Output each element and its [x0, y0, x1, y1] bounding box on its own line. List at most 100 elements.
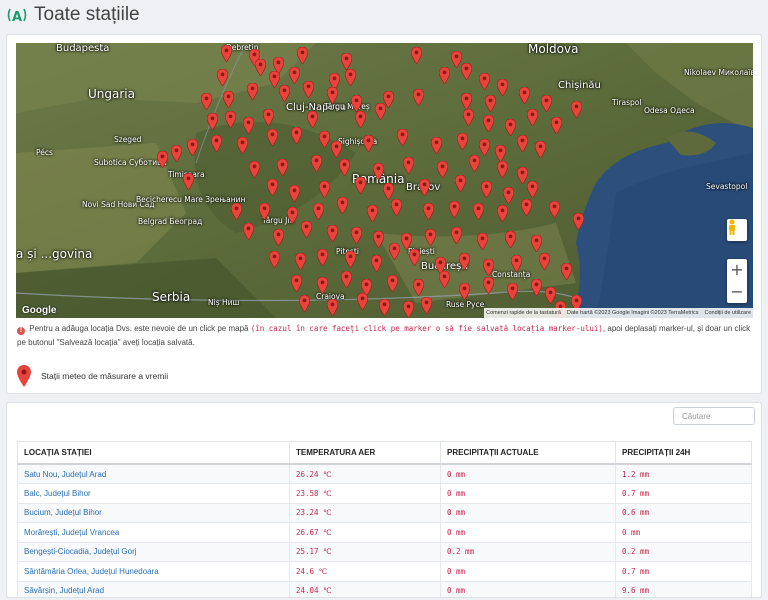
station-marker-icon[interactable] [479, 139, 490, 156]
location-cell[interactable]: Morărești, Județul Vrancea [17, 522, 290, 543]
station-marker-icon[interactable] [459, 283, 470, 300]
station-marker-icon[interactable] [231, 203, 242, 220]
station-marker-icon[interactable] [413, 279, 424, 296]
station-marker-icon[interactable] [561, 263, 572, 280]
station-marker-icon[interactable] [341, 271, 352, 288]
station-marker-icon[interactable] [267, 129, 278, 146]
location-cell[interactable]: Balc, Județul Bihor [17, 483, 290, 504]
station-marker-icon[interactable] [505, 231, 516, 248]
station-marker-icon[interactable] [531, 279, 542, 296]
station-marker-icon[interactable] [397, 129, 408, 146]
column-header-location[interactable]: LOCAȚIA STAȚIEI [17, 441, 290, 465]
station-marker-icon[interactable] [289, 185, 300, 202]
station-marker-icon[interactable] [249, 161, 260, 178]
station-marker-icon[interactable] [495, 145, 506, 162]
station-marker-icon[interactable] [341, 53, 352, 70]
station-marker-icon[interactable] [373, 231, 384, 248]
station-marker-icon[interactable] [403, 157, 414, 174]
station-marker-icon[interactable] [311, 155, 322, 172]
station-marker-icon[interactable] [541, 95, 552, 112]
station-marker-icon[interactable] [287, 207, 298, 224]
station-marker-icon[interactable] [313, 203, 324, 220]
station-marker-icon[interactable] [483, 115, 494, 132]
station-marker-icon[interactable] [221, 45, 232, 62]
station-marker-icon[interactable] [473, 203, 484, 220]
station-marker-icon[interactable] [217, 69, 228, 86]
station-marker-icon[interactable] [201, 93, 212, 110]
station-marker-icon[interactable] [351, 95, 362, 112]
station-marker-icon[interactable] [299, 295, 310, 312]
station-marker-icon[interactable] [355, 111, 366, 128]
station-marker-icon[interactable] [327, 87, 338, 104]
station-marker-icon[interactable] [317, 277, 328, 294]
station-marker-icon[interactable] [295, 253, 306, 270]
station-marker-icon[interactable] [573, 213, 584, 230]
station-marker-icon[interactable] [237, 137, 248, 154]
station-marker-icon[interactable] [297, 47, 308, 64]
station-marker-icon[interactable] [303, 81, 314, 98]
location-cell[interactable]: Bucium, Județul Bihor [17, 502, 290, 523]
station-marker-icon[interactable] [457, 133, 468, 150]
station-marker-icon[interactable] [363, 135, 374, 152]
station-marker-icon[interactable] [301, 221, 312, 238]
station-marker-icon[interactable] [207, 113, 218, 130]
station-marker-icon[interactable] [331, 141, 342, 158]
station-marker-icon[interactable] [455, 175, 466, 192]
station-marker-icon[interactable] [243, 117, 254, 134]
station-marker-icon[interactable] [413, 89, 424, 106]
station-marker-icon[interactable] [355, 177, 366, 194]
station-marker-icon[interactable] [483, 277, 494, 294]
station-marker-icon[interactable] [431, 137, 442, 154]
station-marker-icon[interactable] [373, 163, 384, 180]
station-marker-icon[interactable] [327, 225, 338, 242]
station-marker-icon[interactable] [421, 297, 432, 314]
station-marker-icon[interactable] [411, 47, 422, 64]
station-marker-icon[interactable] [171, 145, 182, 162]
station-marker-icon[interactable] [403, 301, 414, 318]
keyboard-shortcuts-link[interactable]: Comenzi rapide de la tastatură [486, 310, 561, 316]
station-marker-icon[interactable] [267, 179, 278, 196]
station-marker-icon[interactable] [327, 299, 338, 316]
station-marker-icon[interactable] [461, 93, 472, 110]
station-marker-icon[interactable] [519, 87, 530, 104]
column-header-current-precipitation[interactable]: PRECIPITAȚII ACTUALE [440, 441, 616, 465]
station-marker-icon[interactable] [379, 299, 390, 316]
station-marker-icon[interactable] [183, 173, 194, 190]
station-marker-icon[interactable] [255, 59, 266, 76]
station-marker-icon[interactable] [345, 69, 356, 86]
station-marker-icon[interactable] [469, 155, 480, 172]
station-marker-icon[interactable] [345, 251, 356, 268]
zoom-out-button[interactable]: − [730, 284, 743, 300]
station-marker-icon[interactable] [419, 179, 430, 196]
table-row[interactable]: Bengești-Ciocadia, Județul Gorj 25.17 ℃ 0.… [17, 541, 752, 562]
station-marker-icon[interactable] [425, 229, 436, 246]
station-marker-icon[interactable] [497, 205, 508, 222]
station-marker-icon[interactable] [423, 203, 434, 220]
street-view-pegman-button[interactable] [727, 219, 747, 241]
location-cell[interactable]: Bengești-Ciocadia, Județul Gorj [17, 541, 290, 562]
station-marker-icon[interactable] [243, 223, 254, 240]
station-marker-icon[interactable] [225, 111, 236, 128]
station-marker-icon[interactable] [459, 253, 470, 270]
station-marker-icon[interactable] [409, 249, 420, 266]
station-marker-icon[interactable] [289, 67, 300, 84]
column-header-precipitation-24h[interactable]: PRECIPITAȚII 24H [615, 441, 752, 465]
station-marker-icon[interactable] [319, 131, 330, 148]
station-marker-icon[interactable] [279, 85, 290, 102]
station-marker-icon[interactable] [375, 103, 386, 120]
station-marker-icon[interactable] [549, 201, 560, 218]
station-marker-icon[interactable] [497, 161, 508, 178]
location-cell[interactable]: Săvârșin, Județul Arad [17, 580, 290, 597]
station-marker-icon[interactable] [535, 141, 546, 158]
table-row[interactable]: Satu Nou, Județul Arad 26.24 ℃ 0 mm 1.2 mm [17, 463, 752, 484]
station-marker-icon[interactable] [317, 249, 328, 266]
station-marker-icon[interactable] [291, 275, 302, 292]
station-marker-icon[interactable] [187, 139, 198, 156]
station-marker-icon[interactable] [481, 181, 492, 198]
station-marker-icon[interactable] [503, 187, 514, 204]
station-marker-icon[interactable] [351, 227, 362, 244]
station-marker-icon[interactable] [339, 159, 350, 176]
station-marker-icon[interactable] [307, 111, 318, 128]
terms-of-use-link[interactable]: Condiții de utilizare [705, 310, 751, 316]
station-marker-icon[interactable] [485, 95, 496, 112]
